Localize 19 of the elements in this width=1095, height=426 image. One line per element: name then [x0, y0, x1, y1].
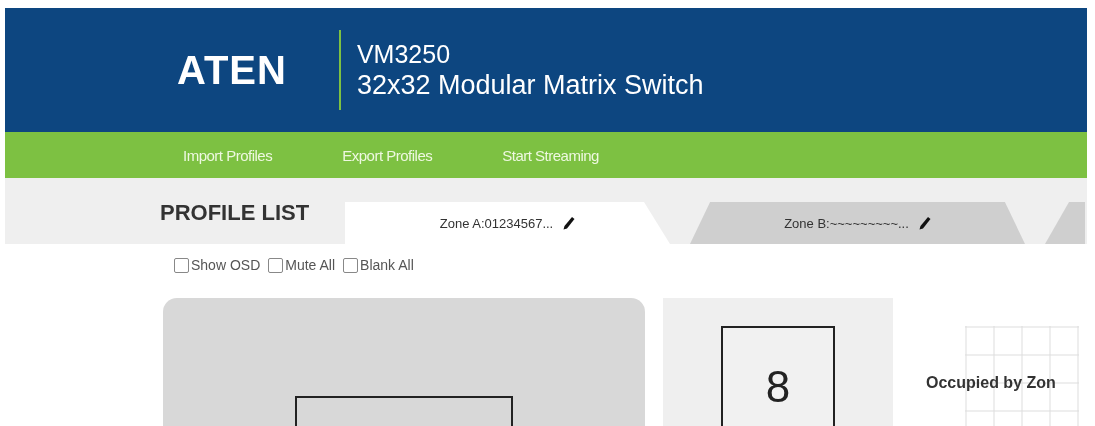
checkbox-label: Mute All: [285, 257, 336, 273]
menu-item[interactable]: Export Profiles: [342, 146, 433, 164]
menu-item[interactable]: Import Profiles: [183, 146, 273, 164]
checkbox[interactable]: [268, 257, 284, 273]
checkbox[interactable]: [343, 257, 359, 273]
checkbox-label: Show OSD: [191, 257, 261, 273]
count-display: 8: [721, 326, 835, 426]
checkbox-label: Blank All: [360, 257, 414, 273]
section-title: PROFILE LIST: [160, 200, 310, 226]
edit-icon: [563, 216, 576, 230]
zone-tab[interactable]: Zone A:01234567...: [345, 202, 670, 244]
menu-item[interactable]: Start Streaming: [502, 146, 599, 164]
checkbox[interactable]: [174, 257, 189, 273]
model-name: VM3250: [356, 38, 452, 69]
logo: ATEN: [177, 47, 287, 93]
edit-icon: [918, 216, 931, 230]
product-name: 32x32 Modular Matrix Switch: [356, 68, 704, 102]
status-text: Occupied by Zon: [926, 374, 1056, 392]
zone-tab[interactable]: Zone B:~~~~~~~~~...: [690, 202, 1025, 244]
